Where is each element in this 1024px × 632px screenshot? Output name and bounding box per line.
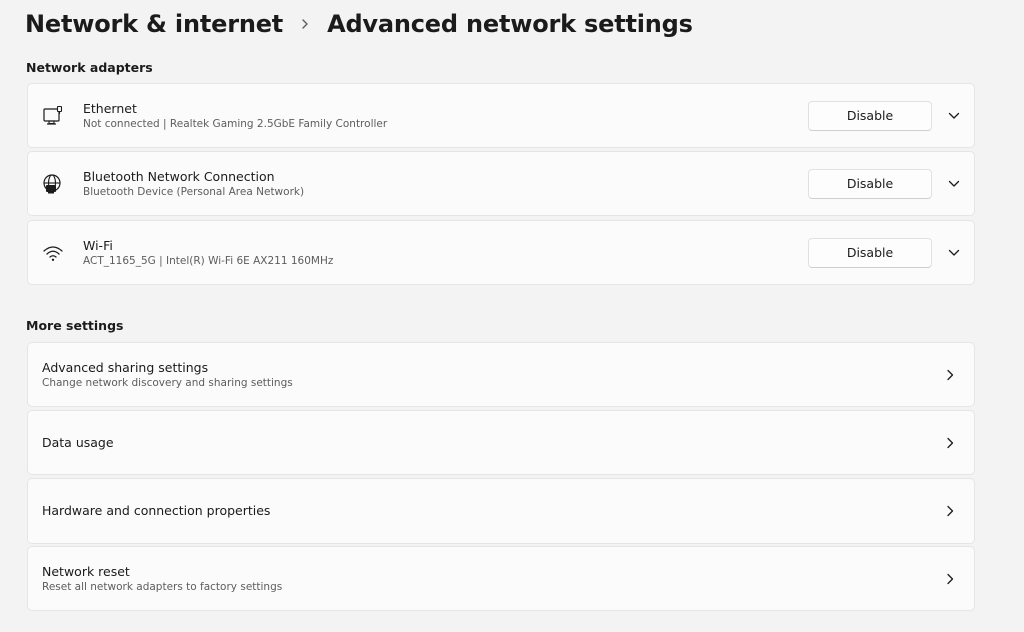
advanced-network-settings-page: Network & internet Advanced network sett… (0, 0, 1024, 632)
adapter-name: Ethernet (83, 100, 137, 116)
adapter-detail: Bluetooth Device (Personal Area Network) (83, 185, 305, 198)
section-title-network-adapters: Network adapters (26, 60, 153, 75)
chevron-right-icon (942, 435, 958, 451)
settings-item-text: Network reset Reset all network adapters… (42, 564, 282, 594)
disable-ethernet-button[interactable]: Disable (808, 100, 932, 131)
chevron-down-icon[interactable] (946, 245, 962, 261)
adapter-text-wifi: Wi-Fi ACT_1165_5G | Intel(R) Wi-Fi 6E AX… (83, 238, 333, 268)
adapter-detail: Not connected | Realtek Gaming 2.5GbE Fa… (83, 117, 388, 130)
page-title: Advanced network settings (327, 10, 693, 38)
settings-item-text: Advanced sharing settings Change network… (42, 360, 293, 390)
breadcrumb-chevron-icon (283, 6, 327, 42)
chevron-right-icon (942, 367, 958, 383)
chevron-right-icon (942, 571, 958, 587)
settings-item-subtitle: Change network discovery and sharing set… (42, 376, 293, 389)
breadcrumb: Network & internet Advanced network sett… (25, 6, 693, 42)
settings-item-title: Data usage (42, 434, 114, 450)
ethernet-icon (42, 105, 64, 127)
settings-item-network-reset[interactable]: Network reset Reset all network adapters… (27, 546, 975, 611)
adapter-text-bluetooth: Bluetooth Network Connection Bluetooth D… (83, 169, 304, 199)
adapter-name: Bluetooth Network Connection (83, 168, 275, 184)
adapter-detail: ACT_1165_5G | Intel(R) Wi-Fi 6E AX211 16… (83, 254, 334, 267)
settings-item-subtitle: Reset all network adapters to factory se… (42, 580, 283, 593)
breadcrumb-network-internet[interactable]: Network & internet (25, 10, 283, 38)
settings-item-data-usage[interactable]: Data usage (27, 410, 975, 475)
settings-item-advanced-sharing[interactable]: Advanced sharing settings Change network… (27, 342, 975, 407)
disable-wifi-button[interactable]: Disable (808, 237, 932, 268)
chevron-down-icon[interactable] (946, 176, 962, 192)
adapter-card-ethernet[interactable]: Ethernet Not connected | Realtek Gaming … (27, 83, 975, 148)
settings-item-title: Hardware and connection properties (42, 503, 271, 518)
adapter-text-ethernet: Ethernet Not connected | Realtek Gaming … (83, 101, 387, 131)
settings-item-title: Network reset (42, 563, 130, 579)
section-title-more-settings: More settings (26, 318, 124, 333)
adapter-name: Wi-Fi (83, 237, 113, 253)
settings-item-title: Advanced sharing settings (42, 359, 209, 375)
disable-bluetooth-button[interactable]: Disable (808, 168, 932, 199)
wifi-icon (42, 242, 64, 264)
adapter-card-wifi[interactable]: Wi-Fi ACT_1165_5G | Intel(R) Wi-Fi 6E AX… (27, 220, 975, 285)
bluetooth-network-icon (42, 173, 64, 195)
settings-item-text: Data usage (42, 435, 114, 451)
adapter-card-bluetooth[interactable]: Bluetooth Network Connection Bluetooth D… (27, 151, 975, 216)
settings-item-text: Hardware and connection properties (42, 503, 270, 519)
chevron-down-icon[interactable] (946, 108, 962, 124)
chevron-right-icon (942, 503, 958, 519)
settings-item-hardware-properties[interactable]: Hardware and connection properties (27, 478, 975, 544)
